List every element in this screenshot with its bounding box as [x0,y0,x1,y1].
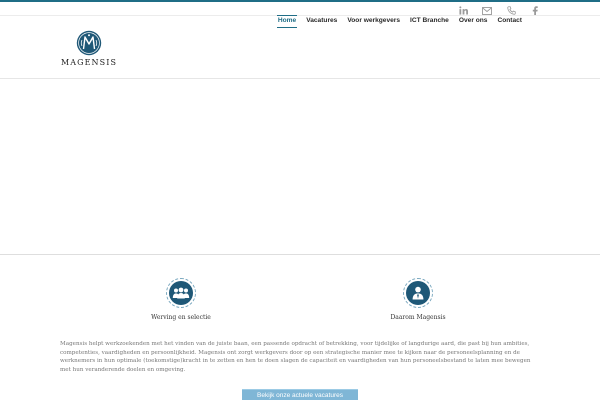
group-icon [172,287,190,299]
main-navigation: Home Vacatures Voor werkgevers ICT Branc… [273,15,527,28]
nav-over-ons[interactable]: Over ons [454,16,493,28]
hero-banner [0,79,600,254]
feature-werving[interactable]: Werving en selectie [121,278,241,321]
feature-label: Daarom Magensis [390,314,446,321]
person-icon [412,286,424,300]
magensis-crest-logo [76,30,102,56]
feature-label: Werving en selectie [151,314,211,321]
site-logo[interactable]: MAGENSIS [60,30,118,67]
top-accent-bar [0,0,600,2]
nav-voor-werkgevers[interactable]: Voor werkgevers [342,16,405,28]
feature-daarom[interactable]: Daarom Magensis [358,278,478,321]
nav-contact[interactable]: Contact [492,16,527,28]
nav-vacatures[interactable]: Vacatures [301,16,342,28]
nav-ict-branche[interactable]: ICT Branche [405,16,454,28]
intro-paragraph: Magensis helpt werkzoekenden met het vin… [60,341,531,373]
logo-wordmark: MAGENSIS [60,58,118,67]
banner-divider [0,254,600,255]
view-vacancies-button[interactable]: Bekijk onze actuele vacatures [242,389,358,400]
feature-icon-ring [166,278,196,308]
feature-icon-ring [403,278,433,308]
nav-home[interactable]: Home [273,15,301,28]
